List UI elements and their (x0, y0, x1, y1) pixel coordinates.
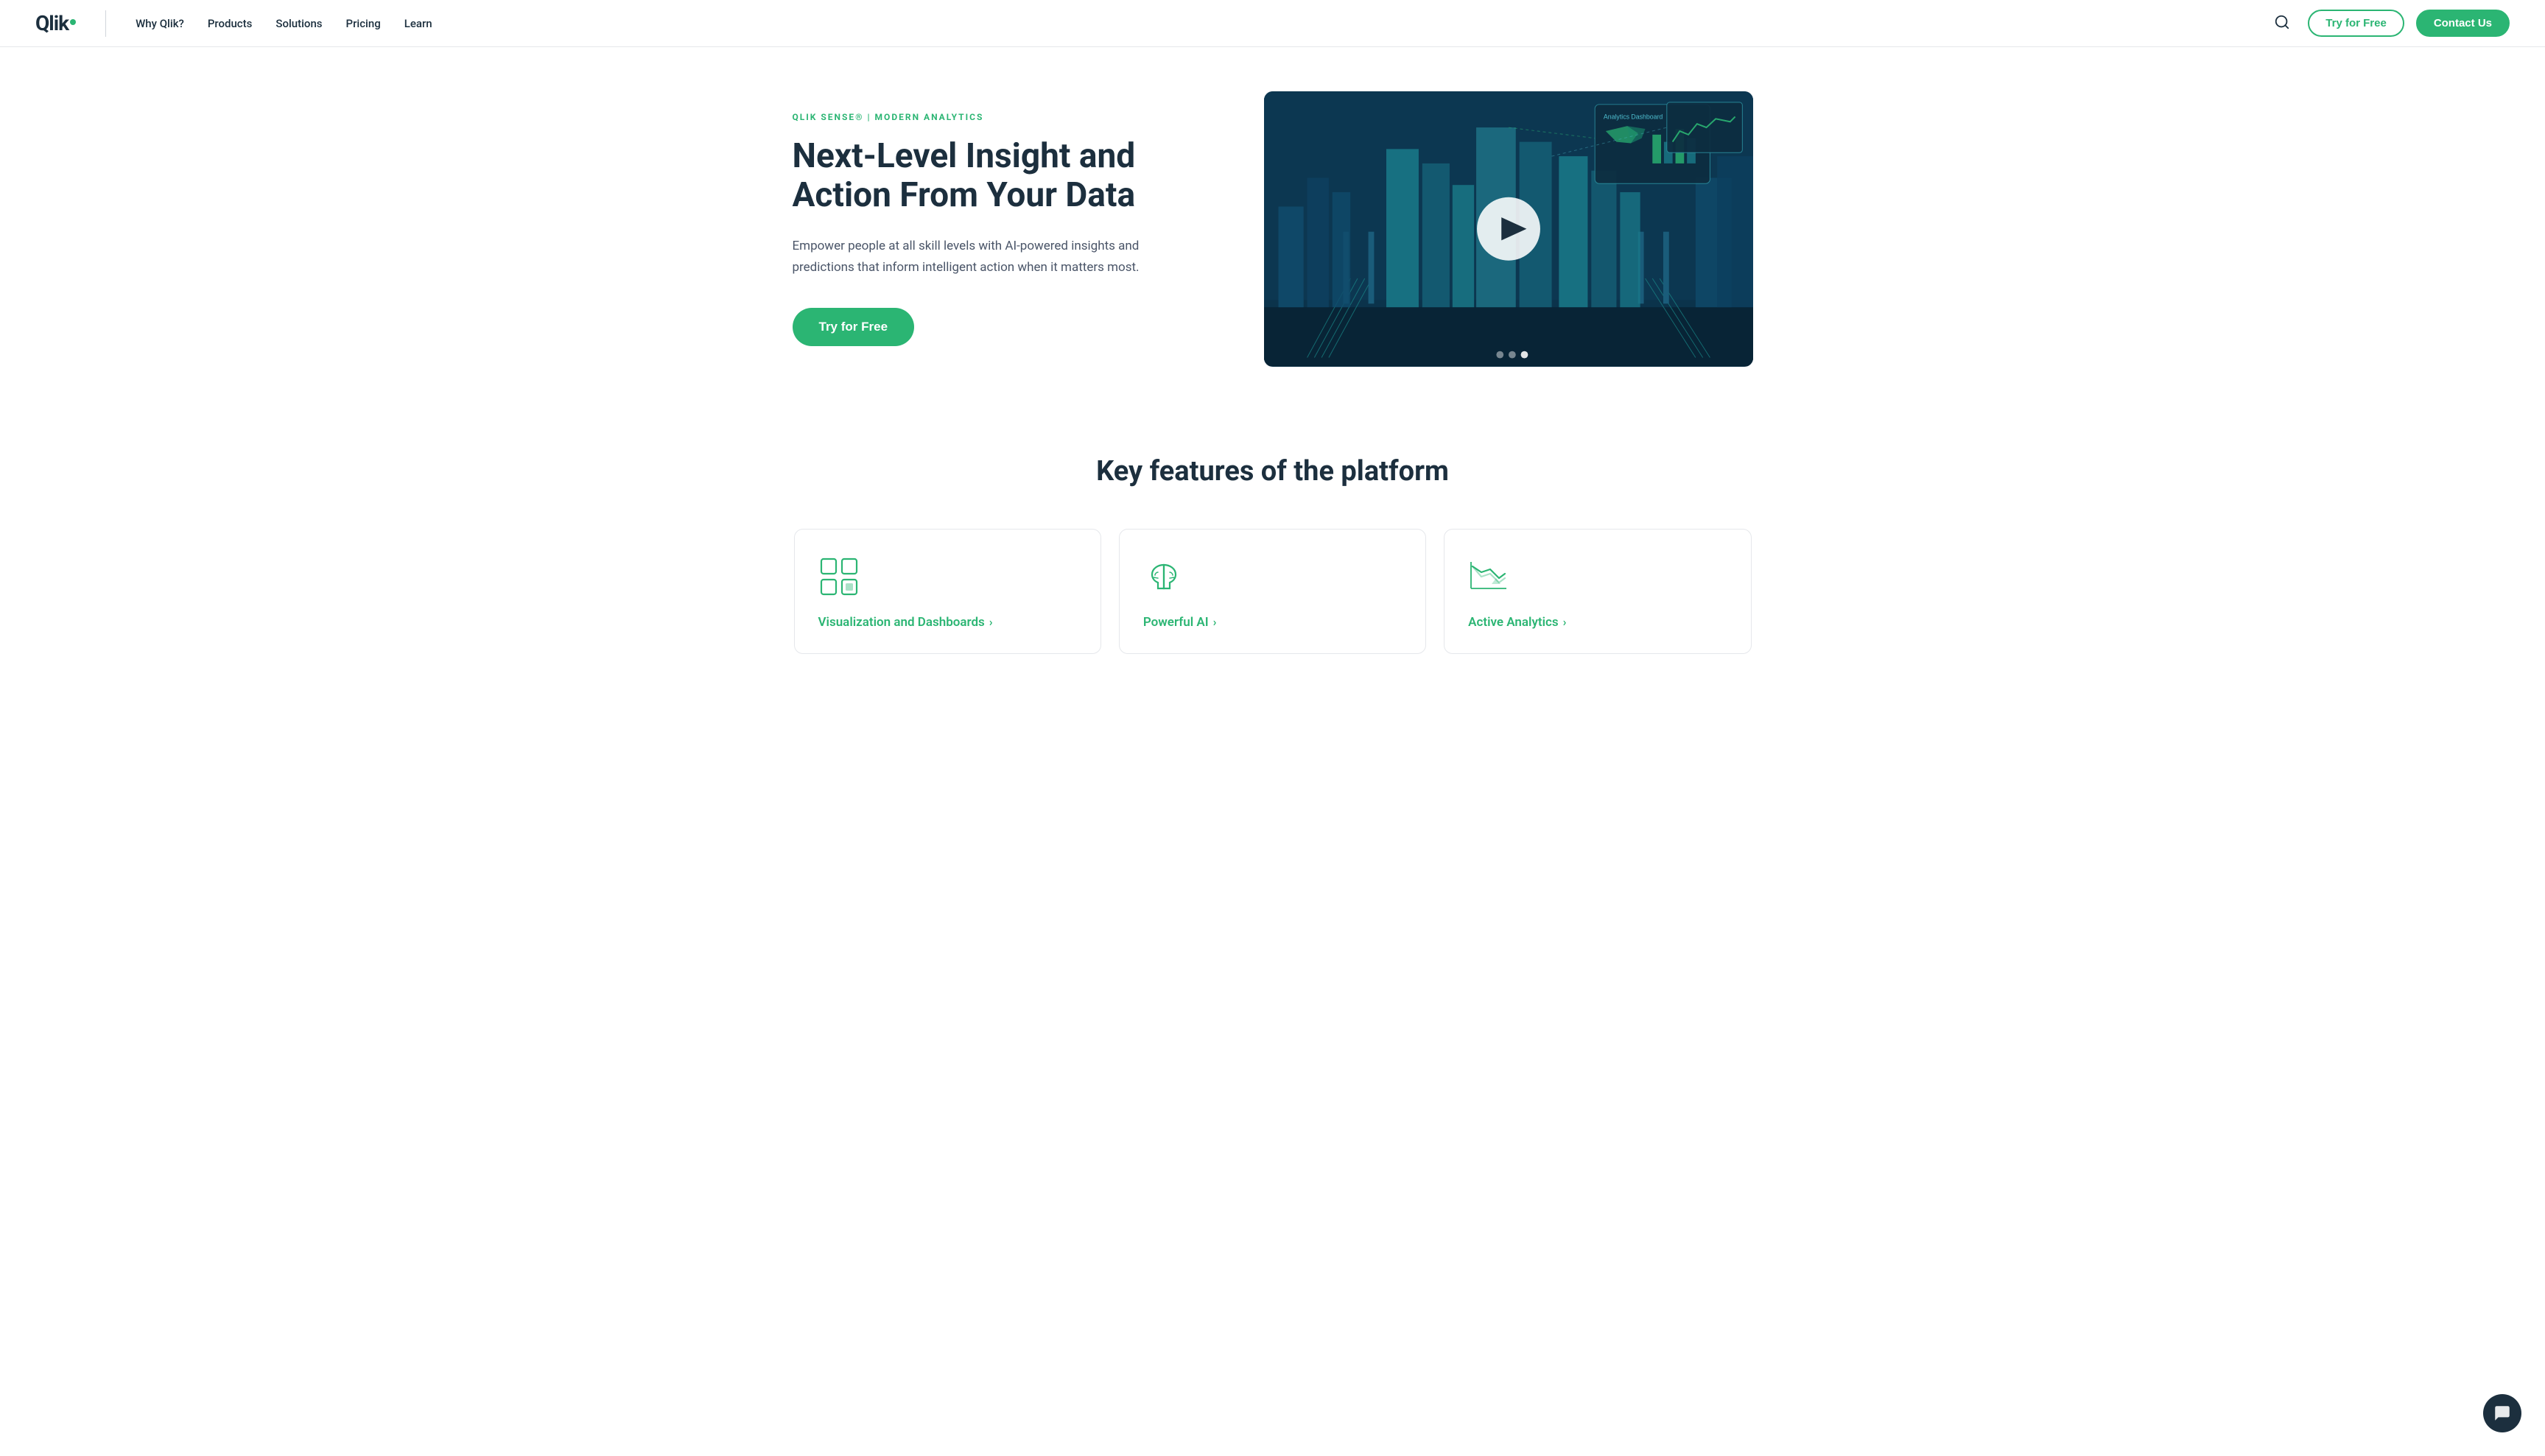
brain-icon (1143, 556, 1184, 597)
nav-item-pricing[interactable]: Pricing (346, 16, 381, 30)
feature-label-viz[interactable]: Visualization and Dashboards › (818, 615, 1077, 630)
feature-card-analytics[interactable]: Active Analytics › (1444, 529, 1751, 654)
dashboard-icon (818, 556, 860, 597)
nav-contact-button[interactable]: Contact Us (2416, 10, 2510, 37)
main-nav: Qlik Why Qlik? Products Solutions Pricin… (0, 0, 2545, 47)
nav-link-learn[interactable]: Learn (404, 17, 432, 30)
chevron-icon-ai: › (1213, 615, 1217, 629)
chat-icon (2493, 1404, 2512, 1423)
video-thumbnail: Analytics Dashboard (1264, 91, 1753, 367)
hero-description: Empower people at all skill levels with … (793, 236, 1161, 278)
search-button[interactable] (2268, 8, 2296, 38)
hero-eyebrow: QLIK SENSE® | MODERN ANALYTICS (793, 112, 1220, 122)
nav-link-solutions[interactable]: Solutions (275, 17, 322, 30)
hero-title: Next-Level Insight and Action From Your … (793, 137, 1220, 215)
features-title: Key features of the platform (35, 455, 2510, 488)
nav-item-why-qlik[interactable]: Why Qlik? (136, 16, 184, 30)
search-icon (2274, 14, 2290, 30)
logo-dot (70, 19, 76, 25)
nav-link-pricing[interactable]: Pricing (346, 17, 381, 30)
hero-content: QLIK SENSE® | MODERN ANALYTICS Next-Leve… (793, 112, 1220, 346)
feature-label-analytics[interactable]: Active Analytics › (1468, 615, 1727, 630)
nav-item-solutions[interactable]: Solutions (275, 16, 322, 30)
nav-link-products[interactable]: Products (208, 17, 253, 30)
feature-label-ai[interactable]: Powerful AI › (1143, 615, 1402, 630)
nav-links: Why Qlik? Products Solutions Pricing Lea… (136, 16, 432, 30)
features-grid: Visualization and Dashboards › (794, 529, 1752, 654)
chat-bubble[interactable] (2483, 1394, 2521, 1432)
nav-divider (105, 10, 106, 37)
hero-section: QLIK SENSE® | MODERN ANALYTICS Next-Leve… (757, 47, 1788, 411)
city-illustration: Analytics Dashboard (1264, 91, 1753, 367)
chevron-icon-viz: › (989, 615, 993, 629)
hero-visual: Analytics Dashboard (1264, 91, 1753, 367)
features-section: Key features of the platform Visualizati… (0, 411, 2545, 713)
logo[interactable]: Qlik (35, 11, 76, 35)
nav-link-why-qlik[interactable]: Why Qlik? (136, 17, 184, 30)
logo-text: Qlik (35, 11, 69, 35)
chevron-icon-analytics: › (1563, 615, 1567, 629)
nav-right: Try for Free Contact Us (2268, 8, 2510, 38)
feature-card-ai[interactable]: Powerful AI › (1119, 529, 1426, 654)
nav-left: Qlik Why Qlik? Products Solutions Pricin… (35, 10, 432, 37)
hero-cta-button[interactable]: Try for Free (793, 308, 915, 346)
analytics-icon (1468, 556, 1509, 597)
svg-text:Analytics Dashboard: Analytics Dashboard (1603, 113, 1663, 120)
nav-item-products[interactable]: Products (208, 16, 253, 30)
nav-item-learn[interactable]: Learn (404, 16, 432, 30)
nav-try-free-button[interactable]: Try for Free (2308, 10, 2404, 37)
feature-card-viz[interactable]: Visualization and Dashboards › (794, 529, 1101, 654)
